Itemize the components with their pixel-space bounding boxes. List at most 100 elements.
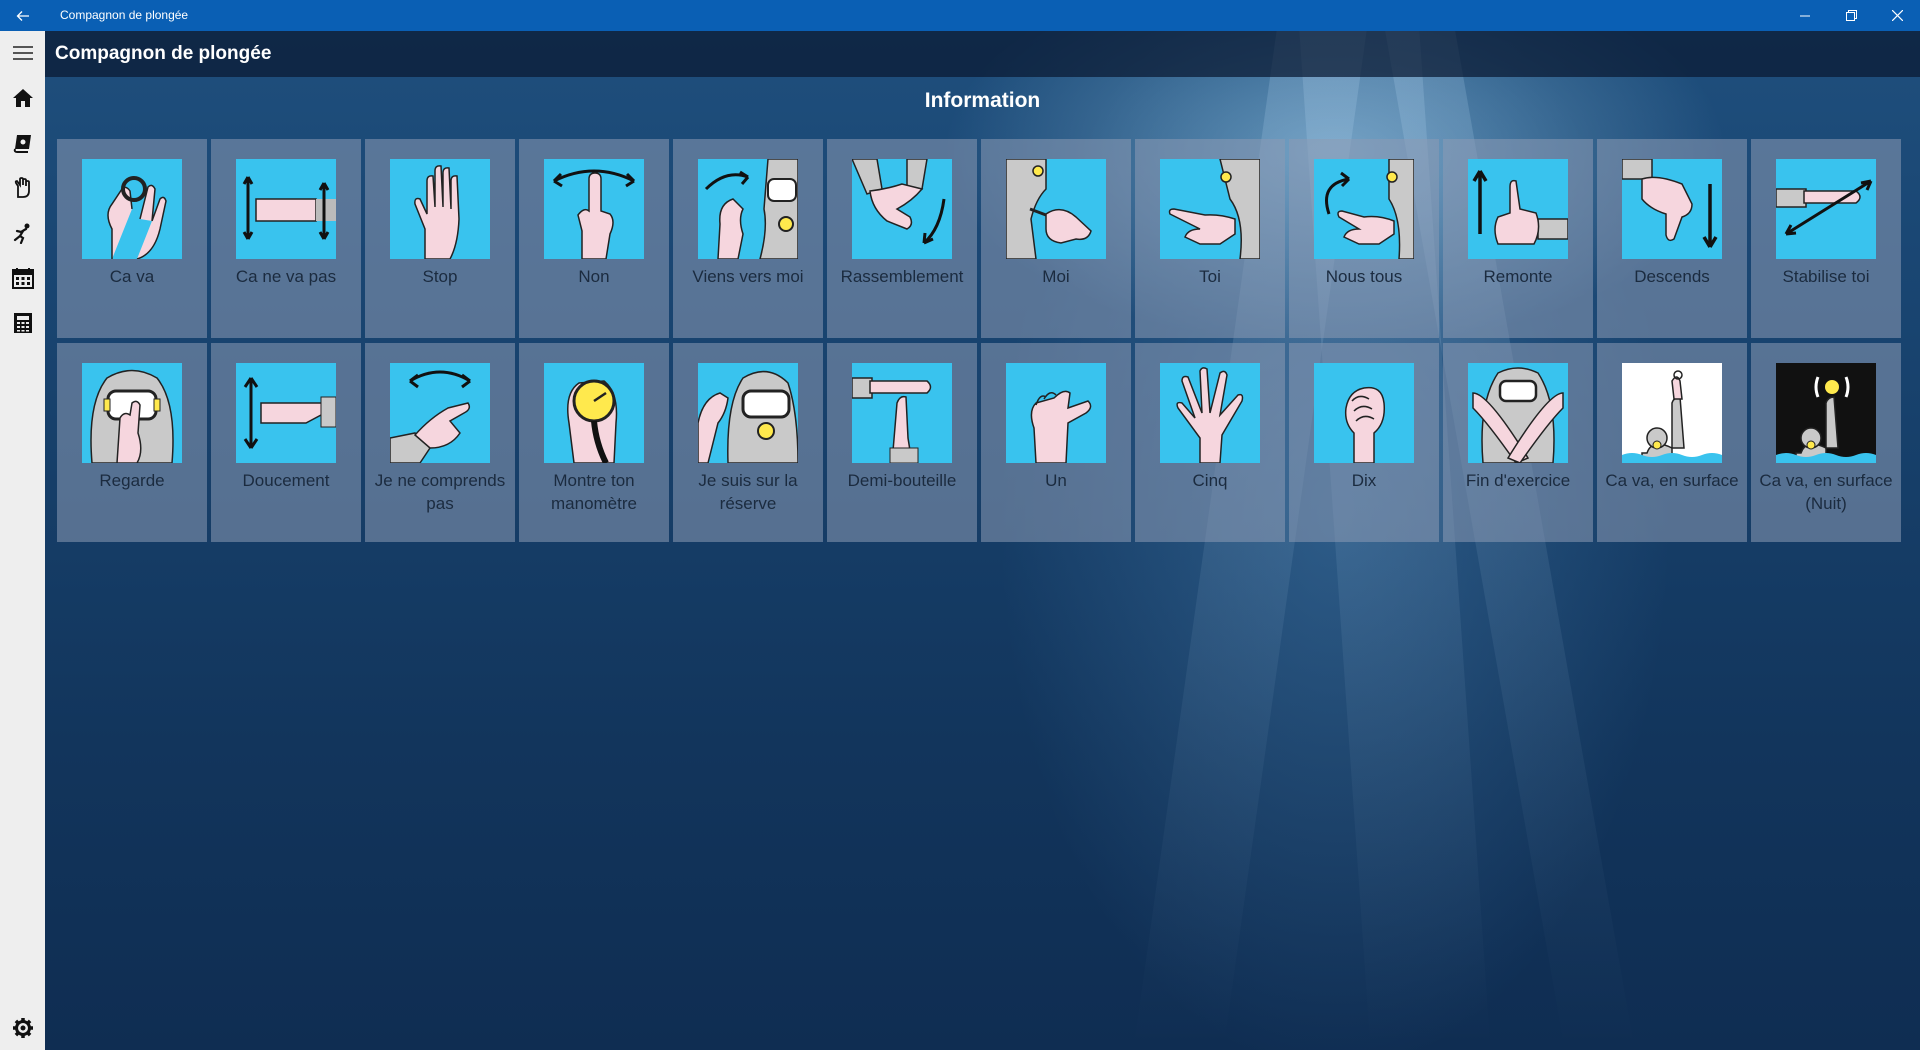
all-of-us-sign-icon: [1314, 159, 1414, 259]
window-titlebar: Compagnon de plongée: [0, 0, 1920, 31]
diver-icon: [13, 223, 29, 244]
restore-button[interactable]: [1828, 0, 1874, 31]
sign-tile-rassemblement[interactable]: Rassemblement: [827, 139, 977, 338]
hand-sign-icon: [14, 177, 30, 198]
sign-tile-ca-ne-va-pas[interactable]: Ca ne va pas: [211, 139, 361, 338]
sign-tile-stop[interactable]: Stop: [365, 139, 515, 338]
sign-tile-dix[interactable]: Dix: [1289, 343, 1439, 542]
sign-tile-remonte[interactable]: Remonte: [1443, 139, 1593, 338]
calculator-icon: [13, 313, 32, 333]
sign-tile-doucement[interactable]: Doucement: [211, 343, 361, 542]
home-icon: [12, 89, 33, 107]
minimize-icon: [1800, 15, 1810, 16]
sign-label: Stabilise toi: [1782, 267, 1870, 286]
window-title: Compagnon de plongée: [60, 8, 189, 22]
sign-label: Ca va, en surface (Nuit): [1759, 471, 1893, 513]
minimize-button[interactable]: [1782, 0, 1828, 31]
restore-icon: [1845, 10, 1857, 21]
you-sign-icon: [1160, 159, 1260, 259]
end-exercise-sign-icon: [1468, 363, 1568, 463]
ok-surface-night-sign-icon: [1776, 363, 1876, 463]
navigation-rail: [0, 31, 45, 1050]
go-down-sign-icon: [1622, 159, 1722, 259]
sign-label: Non: [578, 267, 610, 286]
sign-label: Stop: [422, 267, 458, 286]
sign-label: Ca ne va pas: [235, 267, 337, 286]
sign-label: Un: [1045, 471, 1067, 490]
sign-label: Doucement: [242, 471, 330, 490]
look-sign-icon: [82, 363, 182, 463]
show-gauge-sign-icon: [544, 363, 644, 463]
slowly-sign-icon: [236, 363, 336, 463]
sign-tile-ca-va-en-surface[interactable]: Ca va, en surface: [1597, 343, 1747, 542]
sign-tile-fin-dexercice[interactable]: Fin d'exercice: [1443, 343, 1593, 542]
one-sign-icon: [1006, 363, 1106, 463]
sign-tile-moi[interactable]: Moi: [981, 139, 1131, 338]
sign-tile-stabilise-toi[interactable]: Stabilise toi: [1751, 139, 1901, 338]
sign-tile-ca-va[interactable]: Ca va: [57, 139, 207, 338]
sign-tile-descends[interactable]: Descends: [1597, 139, 1747, 338]
nav-home-button[interactable]: [0, 76, 45, 120]
close-icon: [1891, 10, 1903, 21]
nav-diver-button[interactable]: [0, 211, 45, 255]
sign-label: Moi: [1042, 267, 1070, 286]
sign-label: Cinq: [1192, 471, 1228, 490]
half-tank-sign-icon: [852, 363, 952, 463]
sign-label: Ca va: [109, 267, 155, 286]
main-content: Compagnon de plongée Information Ca va C…: [45, 31, 1920, 1050]
sign-tile-montre-ton-manometre[interactable]: Montre ton manomètre: [519, 343, 669, 542]
go-up-sign-icon: [1468, 159, 1568, 259]
hamburger-menu-button[interactable]: [0, 31, 45, 75]
sign-label: Dix: [1351, 471, 1377, 490]
sign-label: Je suis sur la réserve: [698, 471, 798, 513]
stop-hand-sign-icon: [390, 159, 490, 259]
nav-logbook-button[interactable]: [0, 121, 45, 165]
sign-tile-cinq[interactable]: Cinq: [1135, 343, 1285, 542]
sign-label: Remonte: [1483, 267, 1553, 286]
sign-tile-regarde[interactable]: Regarde: [57, 343, 207, 542]
nav-calculator-button[interactable]: [0, 301, 45, 345]
sign-tile-nous-tous[interactable]: Nous tous: [1289, 139, 1439, 338]
sign-label: Montre ton manomètre: [551, 471, 637, 513]
back-arrow-icon: [16, 10, 29, 21]
settings-gear-icon: [12, 1018, 33, 1038]
settings-button[interactable]: [0, 1006, 45, 1050]
nav-signs-button[interactable]: [0, 166, 45, 210]
sign-tile-viens-vers-moi[interactable]: Viens vers moi: [673, 139, 823, 338]
sign-tile-un[interactable]: Un: [981, 343, 1131, 542]
back-button[interactable]: [0, 0, 46, 31]
ten-sign-icon: [1314, 363, 1414, 463]
app-title: Compagnon de plongée: [55, 43, 272, 64]
sign-label: Viens vers moi: [692, 267, 804, 286]
sign-tile-non[interactable]: Non: [519, 139, 669, 338]
five-sign-icon: [1160, 363, 1260, 463]
ok-surface-sign-icon: [1622, 363, 1722, 463]
nav-calendar-button[interactable]: [0, 256, 45, 300]
close-button[interactable]: [1874, 0, 1920, 31]
app-header: Compagnon de plongée: [45, 31, 1920, 77]
me-sign-icon: [1006, 159, 1106, 259]
sign-tile-demi-bouteille[interactable]: Demi-bouteille: [827, 343, 977, 542]
dont-understand-sign-icon: [390, 363, 490, 463]
not-ok-hand-sign-icon: [236, 159, 336, 259]
sign-label: Ca va, en surface: [1605, 471, 1739, 490]
sign-label: Regarde: [99, 471, 165, 490]
sign-label: Descends: [1634, 267, 1710, 286]
logbook-icon: [13, 135, 31, 153]
come-to-me-sign-icon: [698, 159, 798, 259]
sign-tile-je-suis-sur-la-reserve[interactable]: Je suis sur la réserve: [673, 343, 823, 542]
stabilize-sign-icon: [1776, 159, 1876, 259]
hamburger-menu-icon: [12, 46, 33, 60]
sign-label: Demi-bouteille: [847, 471, 957, 490]
sign-tile-toi[interactable]: Toi: [1135, 139, 1285, 338]
sign-label: Toi: [1199, 267, 1221, 286]
calendar-icon: [11, 268, 34, 289]
no-finger-sign-icon: [544, 159, 644, 259]
sign-label: Nous tous: [1325, 267, 1403, 286]
sign-tile-ca-va-en-surface-nuit[interactable]: Ca va, en surface (Nuit): [1751, 343, 1901, 542]
sign-tile-je-ne-comprends-pas[interactable]: Je ne comprends pas: [365, 343, 515, 542]
ok-hand-sign-icon: [82, 159, 182, 259]
sign-label: Rassemblement: [840, 267, 964, 286]
sign-label: Je ne comprends pas: [374, 471, 506, 513]
section-title: Information: [924, 89, 1041, 112]
